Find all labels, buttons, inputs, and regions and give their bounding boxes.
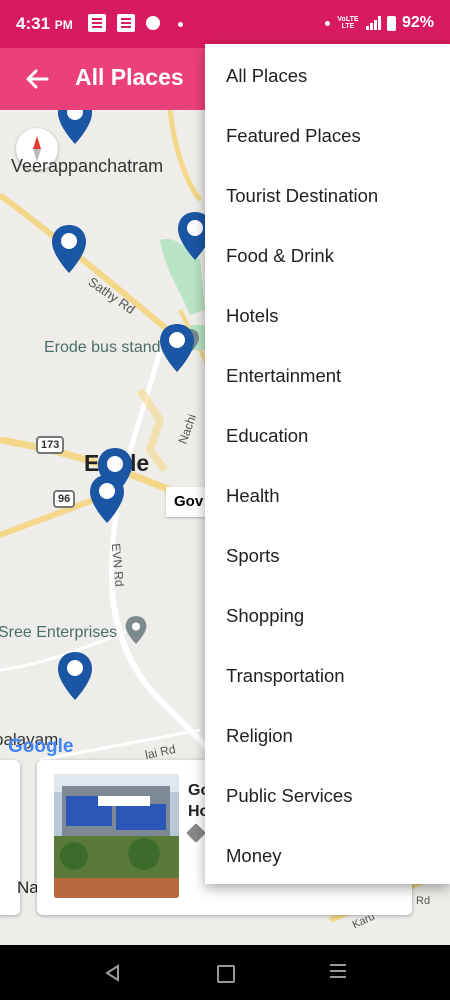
status-right: VoLTE LTE 92%	[324, 14, 434, 32]
map-label-veerappanchatram: Veerappanchatram	[11, 156, 164, 176]
menu-item-hotels[interactable]: Hotels	[205, 284, 450, 344]
menu-item-tourist-destination[interactable]: Tourist Destination	[205, 164, 450, 224]
nav-home-icon[interactable]	[217, 965, 235, 983]
status-time: 4:31 PM	[16, 14, 73, 33]
category-menu: All Places Featured Places Tourist Desti…	[205, 44, 450, 884]
place-pin-icon[interactable]	[158, 322, 196, 374]
system-nav-bar	[0, 945, 450, 1000]
place-card[interactable]: Na	[0, 760, 39, 915]
back-button[interactable]	[20, 62, 54, 96]
signal-icon	[365, 16, 381, 30]
arrow-left-icon	[26, 69, 49, 89]
menu-item-money[interactable]: Money	[205, 824, 450, 884]
place-pin-icon[interactable]	[56, 650, 94, 702]
menu-item-sports[interactable]: Sports	[205, 524, 450, 584]
menu-item-food-drink[interactable]: Food & Drink	[205, 224, 450, 284]
menu-item-public-services[interactable]: Public Services	[205, 764, 450, 824]
status-bar: 4:31 PM VoLTE LTE 92%	[0, 0, 450, 48]
more-notifications-icon	[178, 22, 183, 27]
map-label-sree-enterprises: Sree Enterprises	[0, 624, 118, 641]
place-pin-icon[interactable]	[56, 110, 94, 146]
menu-item-shopping[interactable]: Shopping	[205, 584, 450, 644]
menu-item-transportation[interactable]: Transportation	[205, 644, 450, 704]
highway-shield-173: 173	[36, 436, 65, 454]
notification-icon	[88, 14, 106, 32]
menu-item-religion[interactable]: Religion	[205, 704, 450, 764]
map-label-rd: Rd	[416, 895, 431, 907]
menu-item-featured-places[interactable]: Featured Places	[205, 104, 450, 164]
menu-item-education[interactable]: Education	[205, 404, 450, 464]
notification-icon	[117, 14, 135, 32]
map-label-erode-bus-stand: Erode bus stand	[44, 339, 161, 356]
poi-marker-icon[interactable]	[124, 615, 148, 645]
battery-icon	[386, 15, 396, 31]
menu-item-entertainment[interactable]: Entertainment	[205, 344, 450, 404]
place-pin-icon[interactable]	[88, 473, 126, 525]
app-notification-icon	[146, 16, 160, 30]
battery-percent: 92%	[401, 14, 434, 31]
dot-icon	[324, 20, 330, 26]
place-card-title: Na	[17, 878, 39, 897]
volte-icon: VoLTE LTE	[337, 16, 359, 30]
menu-item-health[interactable]: Health	[205, 464, 450, 524]
highway-shield-96: 96	[53, 490, 76, 508]
page-title: All Places	[75, 64, 184, 90]
nav-back-icon[interactable]	[104, 964, 120, 982]
nav-recent-icon[interactable]	[330, 964, 346, 982]
place-photo	[54, 774, 179, 898]
menu-item-all-places[interactable]: All Places	[205, 44, 450, 104]
place-pin-icon[interactable]	[50, 223, 88, 275]
directions-icon[interactable]	[186, 823, 206, 843]
google-logo: Google	[8, 736, 74, 757]
